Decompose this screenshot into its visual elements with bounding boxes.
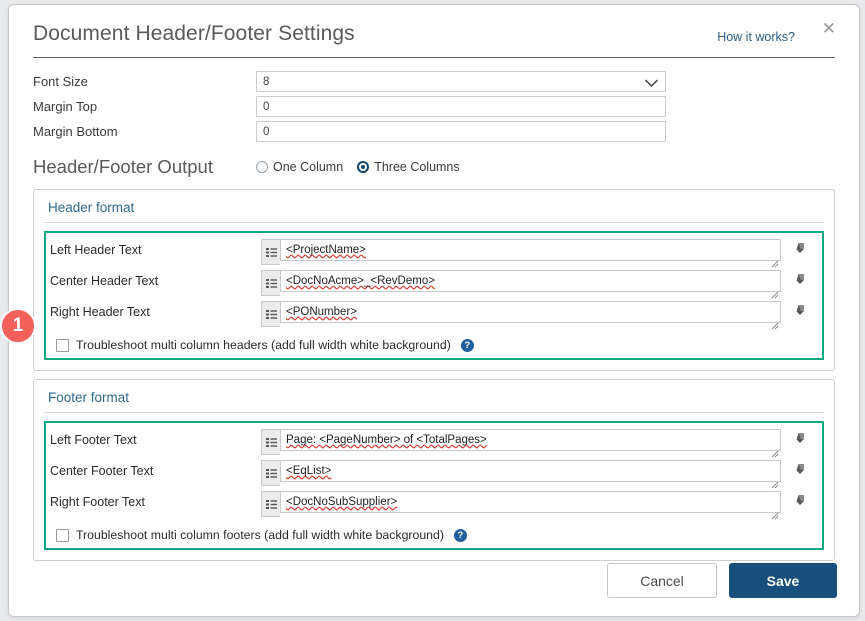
margin-top-input[interactable] <box>256 96 666 117</box>
list-icon[interactable] <box>261 239 280 265</box>
right-header-text-input[interactable]: <PONumber> <box>280 301 781 323</box>
radio-one-column[interactable]: One Column <box>256 160 343 174</box>
help-icon[interactable]: ? <box>460 338 474 352</box>
center-header-text-input[interactable]: <DocNoAcme>_<RevDemo> <box>280 270 781 292</box>
setting-row-font-size: Font Size <box>33 70 835 93</box>
header-footer-output-label: Header/Footer Output <box>33 156 213 177</box>
header-format-panel: Header format Left Header Text <ProjectN… <box>33 189 835 371</box>
center-header-text-label: Center Header Text <box>50 274 159 288</box>
right-footer-text-input[interactable]: <DocNoSubSupplier> <box>280 491 781 513</box>
font-size-select-wrap <box>256 71 666 92</box>
header-format-title: Header format <box>44 198 824 223</box>
cancel-button[interactable]: Cancel <box>607 563 717 598</box>
header-row-center: Center Header Text <DocNoAcme>_<RevDemo> <box>50 270 818 299</box>
footer-troubleshoot-row: Troubleshoot multi column footers (add f… <box>50 522 818 544</box>
header-troubleshoot-row: Troubleshoot multi column headers (add f… <box>50 332 818 354</box>
how-it-works-link[interactable]: How it works? <box>717 30 795 44</box>
footer-format-highlight-box: Left Footer Text Page: <PageNumber> of <… <box>44 421 824 550</box>
output-radio-group: One Column Three Columns <box>256 160 460 174</box>
footer-row-right: Right Footer Text <DocNoSubSupplier> <box>50 491 818 520</box>
eraser-icon[interactable] <box>792 239 808 254</box>
left-footer-text-group: Page: <PageNumber> of <TotalPages> <box>261 429 781 458</box>
left-header-text-input[interactable]: <ProjectName> <box>280 239 781 261</box>
header-troubleshoot-checkbox[interactable] <box>56 338 69 352</box>
list-icon[interactable] <box>261 270 280 296</box>
settings-section: Font Size Margin Top Margin Bottom <box>9 70 859 143</box>
list-icon[interactable] <box>261 301 280 327</box>
header-footer-output-section: Header/Footer Output One Column Three Co… <box>9 153 859 181</box>
footer-row-left: Left Footer Text Page: <PageNumber> of <… <box>50 429 818 458</box>
radio-three-columns[interactable]: Three Columns <box>357 160 460 174</box>
center-footer-text-input[interactable]: <EqList> <box>280 460 781 482</box>
header-row-right: Right Header Text <PONumber> <box>50 301 818 330</box>
center-footer-text-label: Center Footer Text <box>50 464 154 478</box>
footer-format-title: Footer format <box>44 388 824 413</box>
footer-row-center: Center Footer Text <EqList> <box>50 460 818 489</box>
eraser-icon[interactable] <box>792 429 808 444</box>
list-icon[interactable] <box>261 429 280 455</box>
margin-bottom-label: Margin Bottom <box>33 123 118 139</box>
list-icon[interactable] <box>261 491 280 517</box>
radio-one-column-label: One Column <box>273 160 344 174</box>
margin-bottom-input[interactable] <box>256 121 666 142</box>
header-format-highlight-box: Left Header Text <ProjectName> Center He… <box>44 231 824 360</box>
left-footer-text-label: Left Footer Text <box>50 433 137 447</box>
left-header-text-label: Left Header Text <box>50 243 142 257</box>
footer-format-panel: Footer format Left Footer Text Page: <Pa… <box>33 379 835 561</box>
right-footer-text-group: <DocNoSubSupplier> <box>261 491 781 520</box>
left-footer-text-wrap: Page: <PageNumber> of <TotalPages> <box>280 429 781 458</box>
left-footer-text-input[interactable]: Page: <PageNumber> of <TotalPages> <box>280 429 781 451</box>
dialog-footer: Cancel Save <box>607 563 837 598</box>
header-troubleshoot-label: Troubleshoot multi column headers (add f… <box>76 338 451 352</box>
right-footer-text-wrap: <DocNoSubSupplier> <box>280 491 781 520</box>
right-header-text-wrap: <PONumber> <box>280 301 781 330</box>
radio-three-columns-label: Three Columns <box>374 160 460 174</box>
eraser-icon[interactable] <box>792 491 808 506</box>
setting-row-margin-bottom: Margin Bottom <box>33 120 835 143</box>
footer-troubleshoot-checkbox[interactable] <box>56 528 69 542</box>
font-size-select[interactable] <box>256 71 666 92</box>
font-size-label: Font Size <box>33 73 88 89</box>
right-header-text-label: Right Header Text <box>50 305 150 319</box>
list-icon[interactable] <box>261 460 280 486</box>
left-header-text-group: <ProjectName> <box>261 239 781 268</box>
center-footer-text-group: <EqList> <box>261 460 781 489</box>
eraser-icon[interactable] <box>792 460 808 475</box>
footer-troubleshoot-label: Troubleshoot multi column footers (add f… <box>76 528 444 542</box>
annotation-badge-1: 1 <box>0 308 36 344</box>
eraser-icon[interactable] <box>792 301 808 316</box>
close-icon[interactable]: ✕ <box>822 20 836 37</box>
right-footer-text-label: Right Footer Text <box>50 495 145 509</box>
help-icon[interactable]: ? <box>453 528 467 542</box>
setting-row-margin-top: Margin Top <box>33 95 835 118</box>
page-title: Document Header/Footer Settings <box>33 22 355 45</box>
eraser-icon[interactable] <box>792 270 808 285</box>
center-footer-text-wrap: <EqList> <box>280 460 781 489</box>
save-button[interactable]: Save <box>729 563 837 598</box>
left-header-text-wrap: <ProjectName> <box>280 239 781 268</box>
dialog-header: Document Header/Footer Settings How it w… <box>33 5 836 58</box>
right-header-text-group: <PONumber> <box>261 301 781 330</box>
document-header-footer-dialog: Document Header/Footer Settings How it w… <box>8 4 860 617</box>
radio-one-column-dot <box>256 161 268 173</box>
center-header-text-wrap: <DocNoAcme>_<RevDemo> <box>280 270 781 299</box>
radio-three-columns-dot <box>357 161 370 173</box>
center-header-text-group: <DocNoAcme>_<RevDemo> <box>261 270 781 299</box>
margin-top-label: Margin Top <box>33 98 98 114</box>
header-row-left: Left Header Text <ProjectName> <box>50 239 818 268</box>
